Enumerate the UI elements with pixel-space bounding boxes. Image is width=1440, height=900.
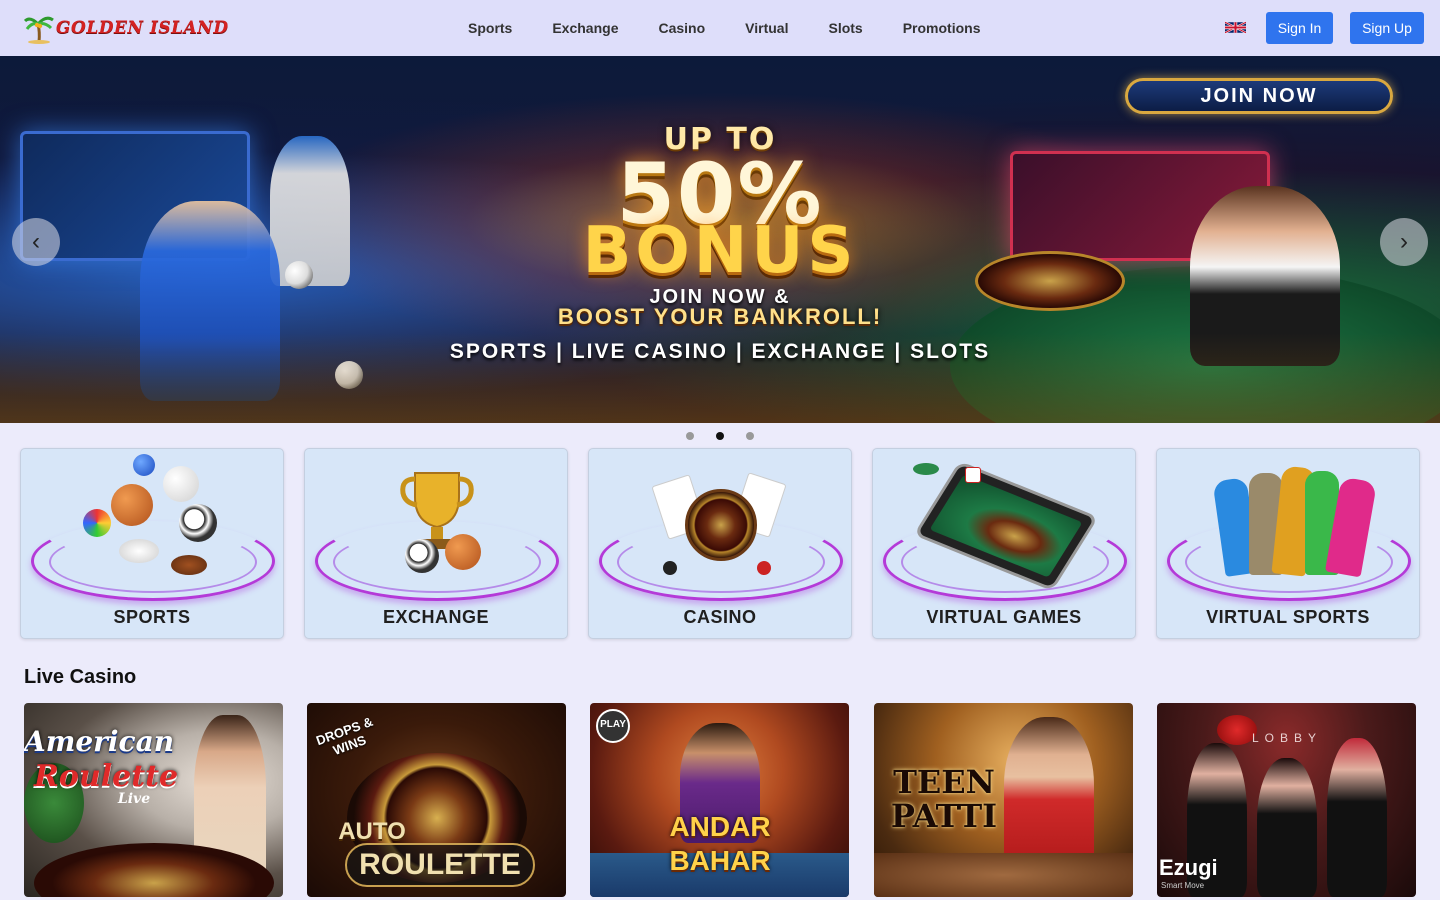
category-label: SPORTS (113, 607, 191, 627)
game-title-line1: American (24, 725, 175, 758)
site-logo[interactable]: GOLDEN ISLAND (23, 12, 229, 44)
palm-tree-icon (23, 12, 54, 44)
category-label: VIRTUAL GAMES (926, 607, 1082, 627)
game-tile-auto-roulette[interactable]: DROPS & WINS AUTO ROULETTE (307, 703, 566, 897)
live-casino-heading: Live Casino (24, 666, 137, 688)
drops-wins-badge: DROPS & WINS (314, 713, 375, 758)
carousel-dot-1[interactable] (686, 432, 694, 440)
game-title-line2: Roulette (34, 759, 179, 794)
category-card-virtual-sports[interactable]: VIRTUAL SPORTS (1156, 448, 1420, 639)
uk-flag-icon[interactable] (1224, 20, 1247, 35)
game-title-line1: AUTO (338, 818, 406, 845)
game-title-line2: BAHAR (669, 845, 771, 876)
roulette-wheel-graphic (975, 251, 1125, 311)
carousel-prev-button[interactable]: ‹ (12, 218, 60, 266)
carousel-dot-2[interactable] (716, 432, 724, 440)
nav-exchange[interactable]: Exchange (552, 20, 618, 36)
sign-up-button[interactable]: Sign Up (1350, 12, 1424, 44)
chevron-right-icon: › (1400, 228, 1408, 255)
carousel-dot-3[interactable] (746, 432, 754, 440)
hero-glow (0, 333, 1440, 423)
category-card-exchange[interactable]: EXCHANGE (304, 448, 568, 639)
football-icon (285, 261, 313, 289)
game-tile-teen-patti[interactable]: TEEN PATTI (874, 703, 1133, 897)
carousel-dots (0, 432, 1440, 440)
game-provider-logo: Ezugi (1159, 855, 1218, 880)
sign-in-button[interactable]: Sign In (1266, 12, 1333, 44)
category-label: VIRTUAL SPORTS (1206, 607, 1370, 627)
lobby-badge: LOBBY (1251, 731, 1323, 745)
nav-sports[interactable]: Sports (468, 20, 512, 36)
game-title-line2: ROULETTE (345, 843, 535, 887)
game-title-line1: TEEN (893, 763, 995, 801)
game-tile-ezugi-lobby[interactable]: LOBBY Ezugi Smart Move (1157, 703, 1416, 897)
carousel-next-button[interactable]: › (1380, 218, 1428, 266)
nav-promotions[interactable]: Promotions (903, 20, 981, 36)
category-label: CASINO (683, 607, 757, 627)
top-header: GOLDEN ISLAND Sports Exchange Casino Vir… (0, 0, 1440, 56)
join-now-button[interactable]: JOIN NOW (1125, 78, 1393, 114)
category-card-casino[interactable]: CASINO (588, 448, 852, 639)
nav-virtual[interactable]: Virtual (745, 20, 788, 36)
main-nav: Sports Exchange Casino Virtual Slots Pro… (448, 0, 1001, 56)
play-badge: PLAY (600, 719, 626, 730)
game-title-line2: PATTI (890, 797, 998, 835)
ring-decoration (49, 531, 257, 593)
logo-text: GOLDEN ISLAND (56, 18, 229, 38)
category-card-virtual-games[interactable]: VIRTUAL GAMES (872, 448, 1136, 639)
game-tile-andar-bahar[interactable]: PLAY ANDAR BAHAR (590, 703, 849, 897)
cricket-player-graphic (270, 136, 350, 286)
chevron-left-icon: ‹ (32, 228, 40, 255)
game-title-line3: Live (117, 791, 151, 807)
nav-slots[interactable]: Slots (828, 20, 862, 36)
game-title-line1: ANDAR (669, 811, 771, 842)
category-card-sports[interactable]: SPORTS (20, 448, 284, 639)
game-provider-tagline: Smart Move (1161, 881, 1205, 890)
nav-casino[interactable]: Casino (658, 20, 705, 36)
game-tile-american-roulette[interactable]: American Roulette Live (24, 703, 283, 897)
category-label: EXCHANGE (382, 607, 489, 627)
